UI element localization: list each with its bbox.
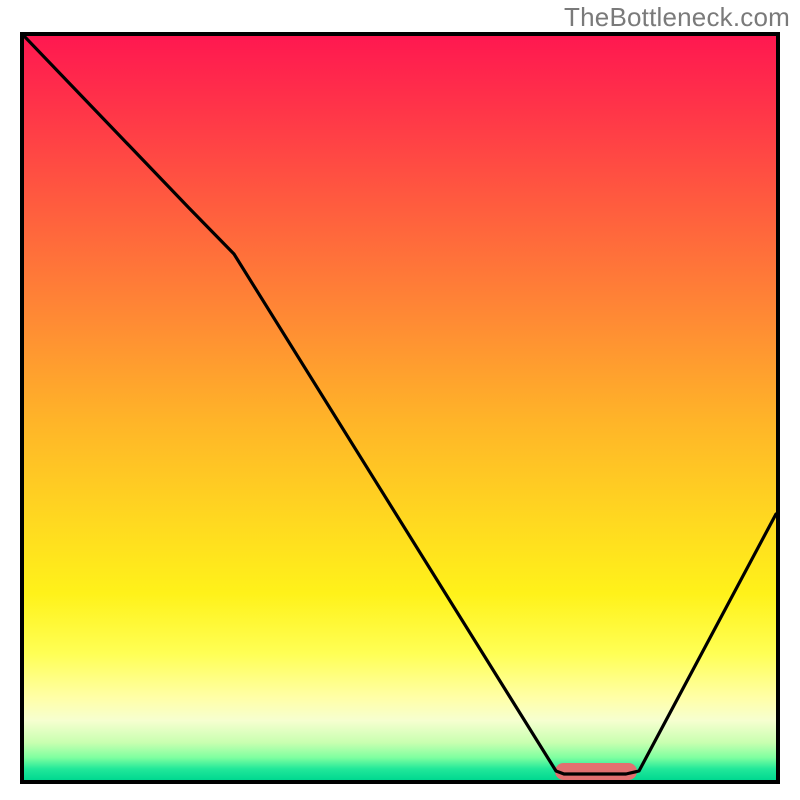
curve-svg — [24, 36, 776, 780]
bottleneck-curve-path — [24, 36, 776, 774]
chart-container: TheBottleneck.com — [0, 0, 800, 800]
plot-frame — [20, 32, 780, 784]
watermark-text: TheBottleneck.com — [564, 2, 790, 33]
